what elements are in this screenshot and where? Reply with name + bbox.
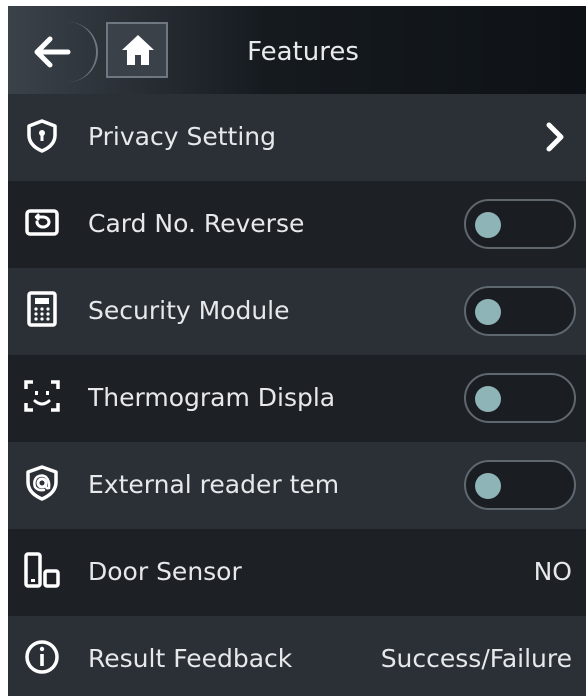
header-bar: Features	[8, 6, 586, 94]
card-icon	[25, 209, 59, 236]
features-list: Privacy Setting Card No. Reverse Securit…	[8, 94, 586, 696]
list-item-external-reader: External reader tem	[8, 442, 586, 529]
chevron-right-icon[interactable]	[544, 122, 566, 152]
features-screen: Features Privacy Setting Card No. Revers…	[8, 6, 586, 696]
door-sensor-value: NO	[533, 557, 572, 586]
arrow-left-icon	[34, 36, 71, 68]
list-item-security-module: Security Module	[8, 268, 586, 355]
home-icon	[122, 35, 154, 65]
security-module-toggle[interactable]	[464, 286, 576, 336]
result-feedback-label: Result Feedback	[88, 644, 293, 673]
shield-at-icon	[26, 465, 58, 501]
info-icon	[25, 640, 59, 674]
page-title: Features	[247, 37, 359, 67]
shield-icon	[27, 119, 57, 153]
thermogram-display-toggle[interactable]	[464, 373, 576, 423]
external-reader-toggle[interactable]	[464, 460, 576, 510]
back-button[interactable]	[18, 22, 98, 82]
toggle-knob	[475, 386, 501, 412]
external-reader-label: External reader tem	[88, 470, 340, 499]
list-item-result-feedback[interactable]: Result Feedback Success/Failure	[8, 616, 586, 696]
home-button[interactable]	[106, 22, 168, 78]
list-item-card-no-reverse: Card No. Reverse	[8, 181, 586, 268]
result-feedback-value: Success/Failure	[380, 644, 572, 673]
thermogram-display-label: Thermogram Displa	[88, 383, 336, 412]
card-no-reverse-label: Card No. Reverse	[88, 209, 305, 238]
toggle-knob	[475, 299, 501, 325]
list-item-door-sensor[interactable]: Door Sensor NO	[8, 529, 586, 616]
toggle-knob	[475, 212, 501, 238]
security-module-label: Security Module	[88, 296, 290, 325]
toggle-knob	[475, 473, 501, 499]
list-item-privacy-setting[interactable]: Privacy Setting	[8, 94, 586, 181]
door-sensor-label: Door Sensor	[88, 557, 242, 586]
list-item-thermogram-display: Thermogram Displa	[8, 355, 586, 442]
keypad-icon	[27, 291, 57, 327]
face-scan-icon	[24, 380, 60, 412]
door-sensor-icon	[24, 552, 60, 588]
privacy-setting-label: Privacy Setting	[88, 122, 276, 151]
card-no-reverse-toggle[interactable]	[464, 199, 576, 249]
